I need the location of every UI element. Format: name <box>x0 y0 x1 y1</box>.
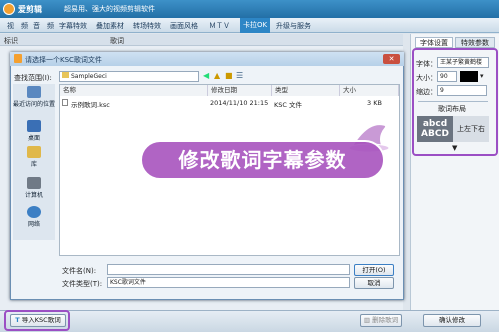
filetype-label: 文件类型(T): <box>62 280 103 288</box>
menu-subtitle[interactable]: 字幕特效 <box>56 20 90 32</box>
computer-icon <box>27 177 41 189</box>
caption-banner: 修改歌词字幕参数 <box>140 140 385 180</box>
chevron-down-icon[interactable]: ▾ <box>480 72 484 80</box>
indent-input[interactable]: 9 <box>437 85 487 96</box>
font-label: 字体： <box>416 60 437 68</box>
menu-transition[interactable]: 转场特效 <box>130 20 164 32</box>
confirm-edit-button[interactable]: 确认修改 <box>423 314 481 327</box>
col-size[interactable]: 大小 <box>340 85 399 96</box>
desktop-icon <box>27 120 41 132</box>
divider <box>418 101 488 102</box>
tab-font-settings[interactable]: 字体设置 <box>415 37 453 48</box>
place-desktop[interactable]: 桌面 <box>13 120 55 142</box>
highlight-box-import <box>4 310 70 331</box>
network-icon <box>27 206 41 218</box>
filetype-select[interactable]: KSC歌词文件 <box>107 277 350 288</box>
color-swatch[interactable] <box>460 71 478 82</box>
dropdown-arrow-icon[interactable]: ▼ <box>452 144 457 152</box>
file-size: 3 KB <box>367 99 382 107</box>
tab-effect-params[interactable]: 特效参数 <box>455 37 495 48</box>
view-menu-icon[interactable]: ☰ <box>236 71 243 80</box>
place-desktop-label: 桌面 <box>27 135 40 142</box>
file-type: KSC 文件 <box>274 101 302 109</box>
file-icon <box>62 99 68 106</box>
size-input[interactable]: 90 <box>437 71 457 82</box>
place-library-label: 库 <box>30 161 37 168</box>
lookin-select[interactable]: SampleGeci <box>59 71 199 82</box>
layout-option[interactable]: 上左下右 <box>453 116 489 142</box>
delete-lyrics-button[interactable]: ▥ 删除歌词 <box>360 314 402 327</box>
library-icon <box>27 146 41 158</box>
menu-style[interactable]: 画面风格 <box>167 20 201 32</box>
col-mark: 标识 <box>4 37 18 45</box>
place-recent[interactable]: 最近访问的位置 <box>13 86 55 108</box>
close-icon[interactable]: ✕ <box>383 54 400 64</box>
lookin-value: SampleGeci <box>71 73 107 80</box>
filename-label: 文件名(N): <box>62 267 97 275</box>
layout-label: 歌词布局 <box>438 105 466 113</box>
layout-preview[interactable]: abcd ABCD <box>417 116 453 142</box>
menu-upgrade[interactable]: 升级与服务 <box>273 20 314 32</box>
place-computer-label: 计算机 <box>24 192 43 199</box>
col-name[interactable]: 名称 <box>60 85 208 96</box>
delete-lyrics-label: 删除歌词 <box>372 316 399 324</box>
file-row[interactable]: 示例歌词.ksc 2014/11/10 21:15 KSC 文件 3 KB <box>62 98 397 109</box>
file-name: 示例歌词.ksc <box>71 101 110 109</box>
size-label: 大小： <box>416 74 437 82</box>
place-computer[interactable]: 计算机 <box>13 177 55 199</box>
dialog-title: 请选择一个KSC歌词文件 <box>25 56 102 64</box>
menu-karaoke[interactable]: 卡拉OK <box>240 18 271 33</box>
col-lyrics: 歌词 <box>110 37 124 45</box>
filename-input[interactable] <box>107 264 350 275</box>
lookin-label: 查找范围(I): <box>14 74 52 82</box>
folder-icon <box>62 72 69 78</box>
menu-audio[interactable]: 音 频 <box>30 20 57 32</box>
place-library[interactable]: 库 <box>13 146 55 168</box>
menu-bar: 视 频 音 频 字幕特效 叠加素材 转场特效 画面风格 ＭＴＶ 卡拉OK 升级与… <box>0 18 499 33</box>
col-date[interactable]: 修改日期 <box>208 85 272 96</box>
app-name: 爱剪辑 <box>18 5 42 14</box>
back-icon[interactable]: ◀ <box>203 71 209 80</box>
lyrics-header: 标识 歌词 <box>0 34 403 46</box>
place-network[interactable]: 网络 <box>13 206 55 228</box>
menu-overlay[interactable]: 叠加素材 <box>93 20 127 32</box>
trash-icon: ▥ <box>363 316 371 324</box>
place-network-label: 网络 <box>27 221 40 228</box>
font-select[interactable]: 王某子繁黄鹤楼 <box>437 57 489 68</box>
dialog-titlebar: 请选择一个KSC歌词文件 <box>10 52 404 66</box>
menu-video[interactable]: 视 频 <box>4 20 31 32</box>
new-folder-icon[interactable]: ■ <box>225 71 233 80</box>
app-logo-icon <box>3 3 15 15</box>
indent-label: 缩边： <box>416 88 437 96</box>
dialog-app-icon <box>14 54 22 63</box>
up-folder-icon[interactable]: ▲ <box>214 71 220 80</box>
menu-mtv[interactable]: ＭＴＶ <box>206 20 233 32</box>
file-date: 2014/11/10 21:15 <box>210 99 269 107</box>
places-sidebar: 最近访问的位置 桌面 库 计算机 网络 <box>13 84 55 240</box>
cancel-button[interactable]: 取消 <box>354 277 394 289</box>
app-slogan: 超易用、强大的视频剪辑软件 <box>64 5 155 13</box>
place-recent-label: 最近访问的位置 <box>13 101 56 108</box>
recent-icon <box>27 86 41 98</box>
open-button[interactable]: 打开(O) <box>354 264 394 276</box>
col-type[interactable]: 类型 <box>272 85 340 96</box>
